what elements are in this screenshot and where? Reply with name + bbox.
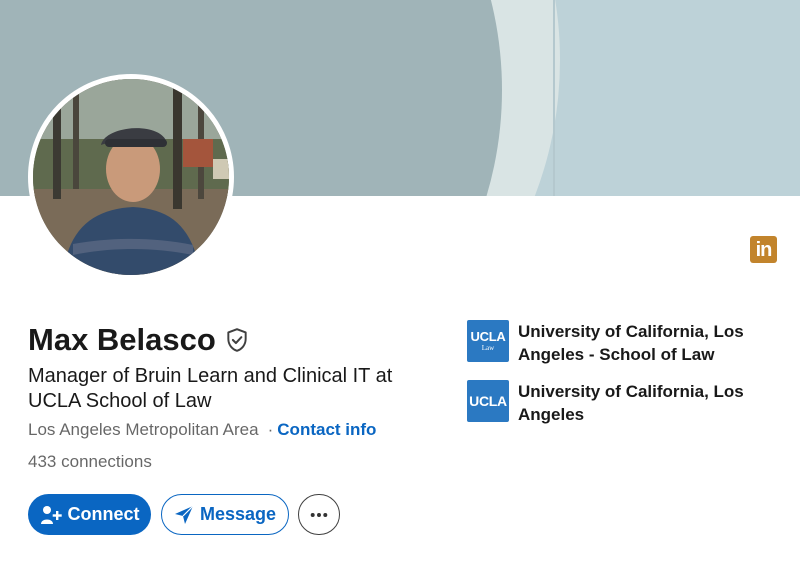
- connections-number: 433: [28, 452, 57, 471]
- separator-dot: ·: [267, 420, 274, 439]
- connect-button[interactable]: Connect: [28, 494, 151, 535]
- profile-photo-image: [33, 79, 229, 275]
- connections-label: connections: [61, 452, 152, 471]
- ucla-law-logo-icon: UCLA Law: [467, 320, 509, 362]
- profile-photo[interactable]: [28, 74, 234, 280]
- school-name: University of California, Los Angeles - …: [518, 322, 744, 364]
- paper-plane-icon: [174, 505, 194, 524]
- name-row: Max Belasco: [28, 320, 250, 360]
- message-button-label: Message: [199, 504, 277, 524]
- more-options-icon: [310, 512, 328, 517]
- profile-location: Los Angeles Metropolitan Area: [28, 420, 259, 439]
- more-options-button[interactable]: [298, 494, 340, 535]
- message-button[interactable]: Message: [161, 494, 289, 535]
- location-row: Los Angeles Metropolitan Area · Contact in…: [28, 419, 376, 441]
- ucla-logo-icon: UCLA: [467, 380, 509, 422]
- profile-headline: Manager of Bruin Learn and Clinical IT a…: [28, 365, 393, 412]
- connect-button-label: Connect: [67, 504, 140, 524]
- school-name: University of California, Los Angeles: [518, 382, 744, 424]
- connections-count: 433 connections: [28, 451, 152, 473]
- education-item[interactable]: UCLA University of California, Los Angel…: [467, 380, 758, 426]
- school-logo-sub: Law: [481, 343, 495, 352]
- linkedin-logo-icon[interactable]: in: [750, 236, 777, 263]
- verified-shield-icon[interactable]: [224, 326, 250, 354]
- add-person-icon: [40, 505, 62, 524]
- contact-info-link[interactable]: Contact info: [277, 420, 376, 439]
- school-logo-main: UCLA: [470, 328, 506, 344]
- profile-name: Max Belasco: [28, 322, 216, 357]
- education-item[interactable]: UCLA Law University of California, Los A…: [467, 320, 758, 366]
- banner-divider: [553, 0, 555, 196]
- school-logo-main: UCLA: [469, 392, 507, 409]
